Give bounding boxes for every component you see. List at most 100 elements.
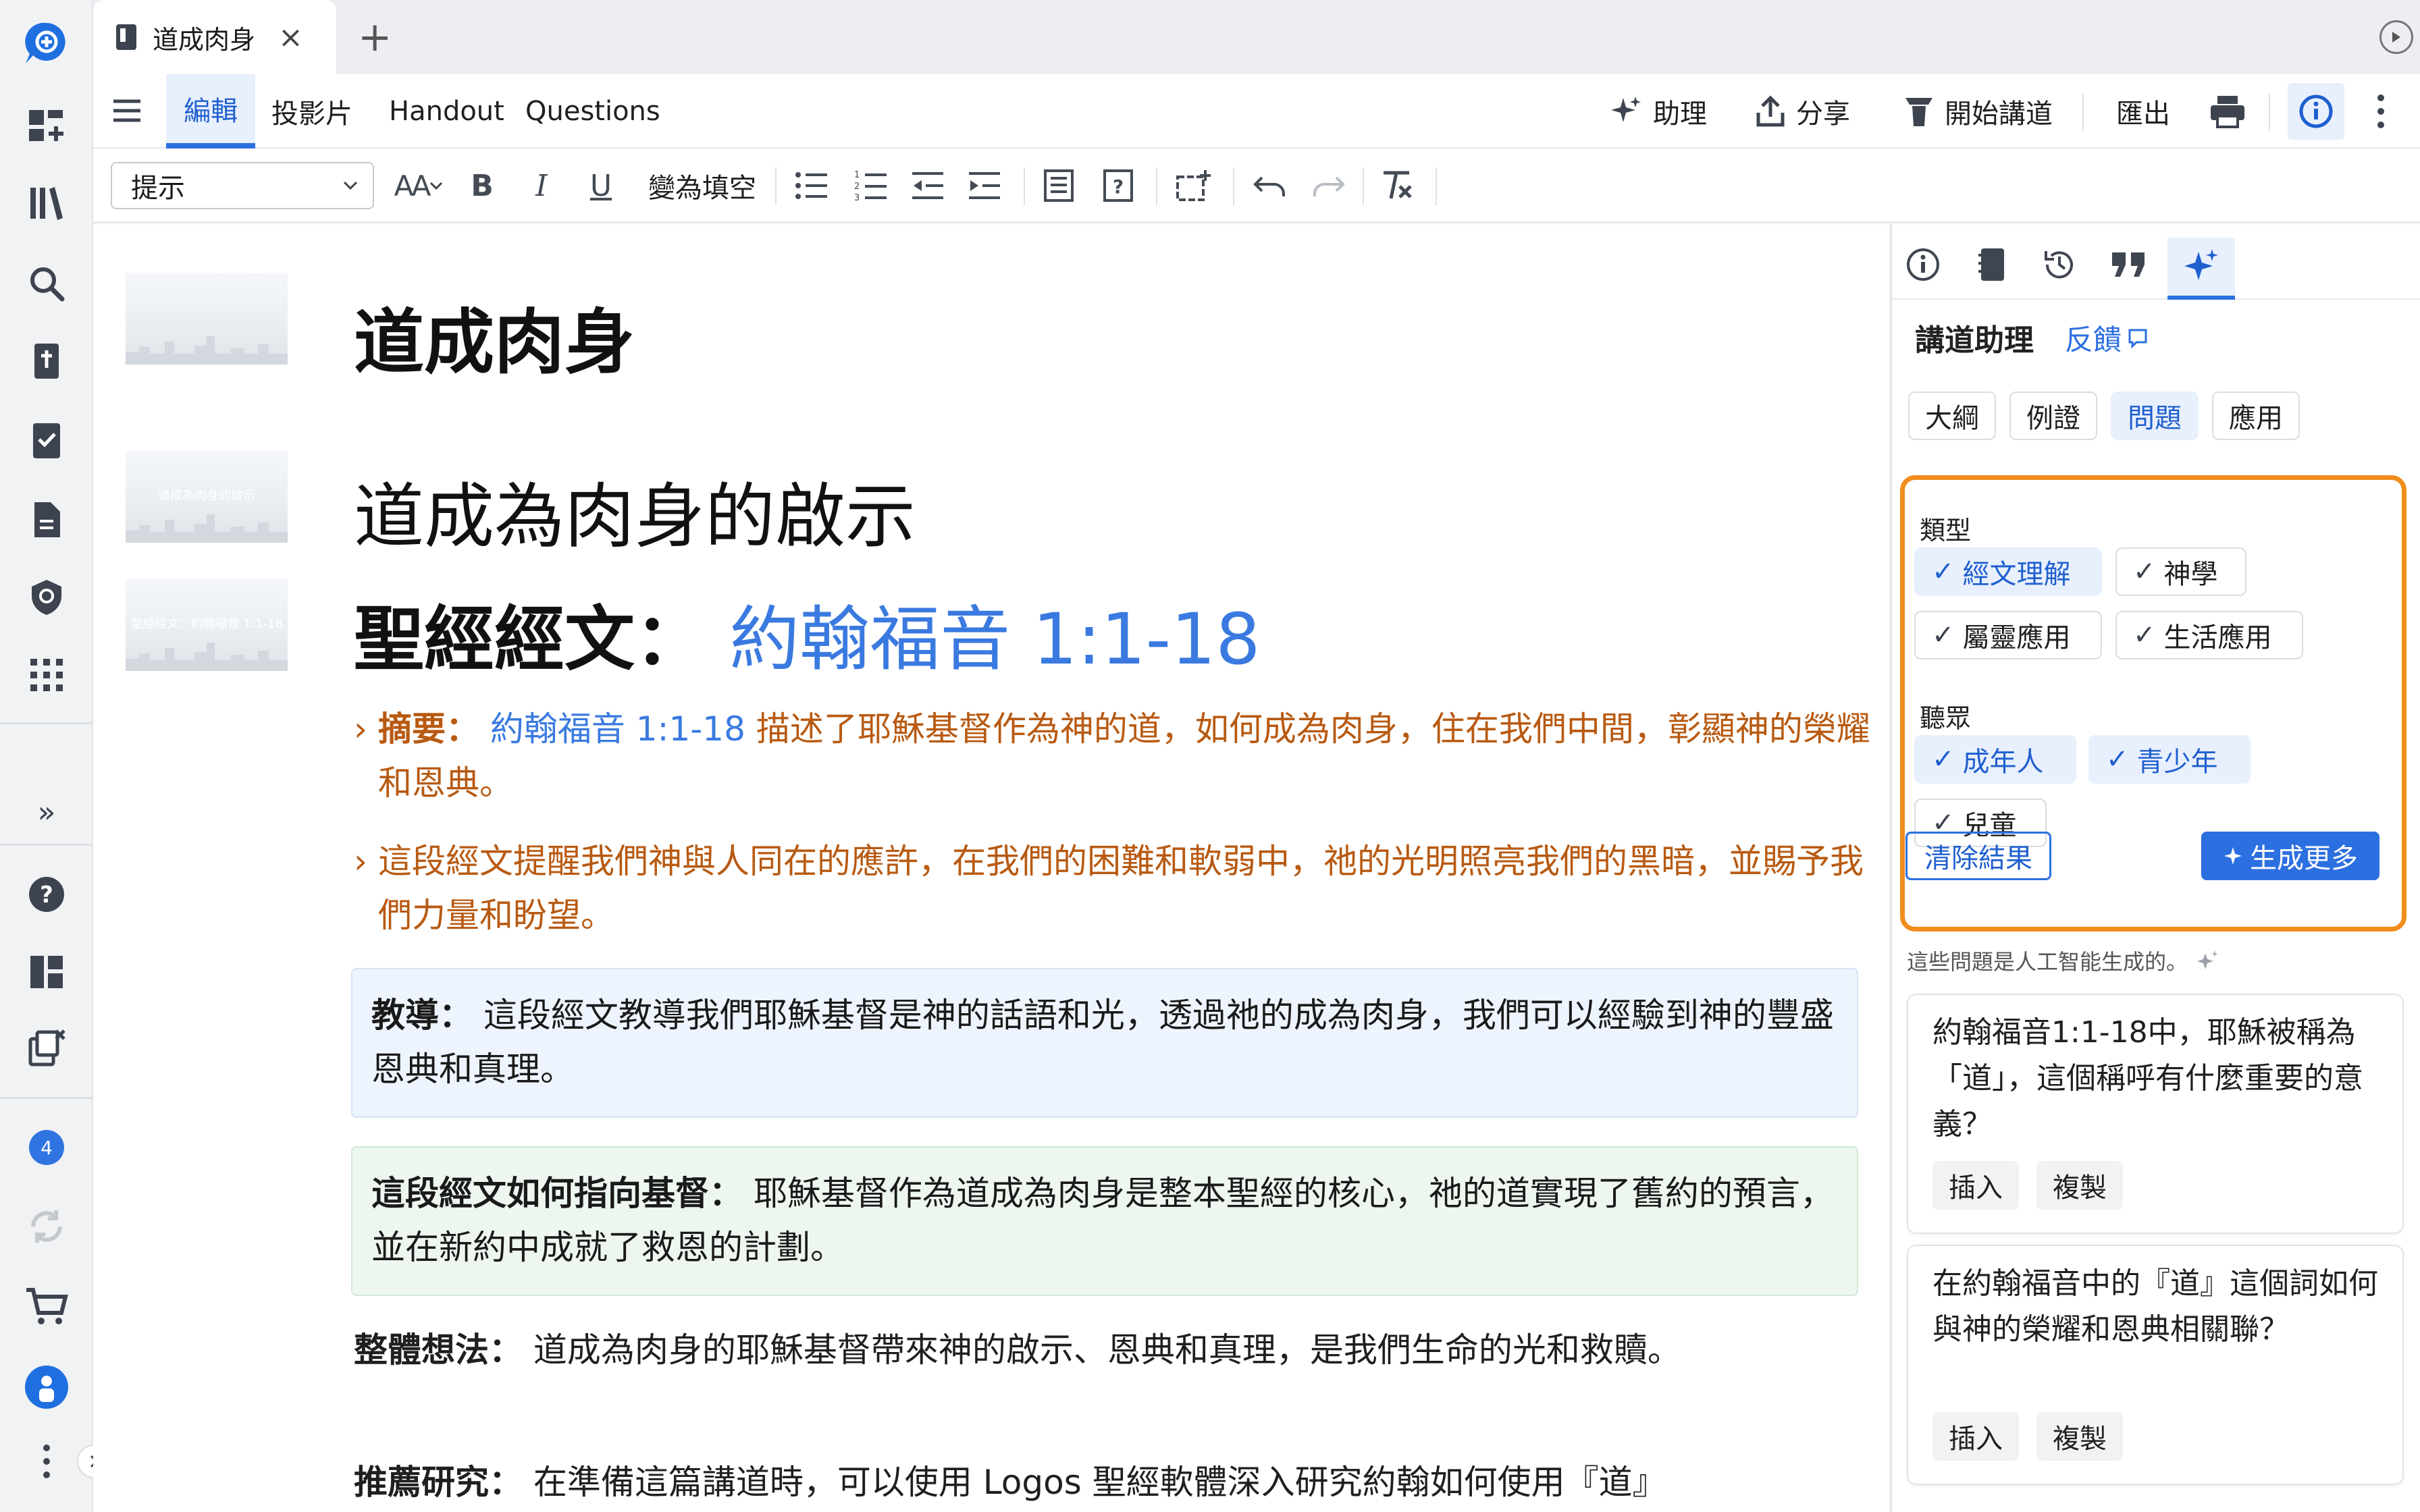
more-vertical-icon[interactable] xyxy=(23,1438,70,1485)
tab-questions-panel[interactable]: 問題 xyxy=(2111,392,2199,440)
print-button[interactable] xyxy=(2209,74,2246,148)
document-tab[interactable]: 道成肉身 × xyxy=(93,0,336,74)
clear-format-icon[interactable] xyxy=(1376,163,1417,208)
make-fill-blank-button[interactable]: 變為填空 xyxy=(641,163,763,208)
start-preaching-label: 開始講道 xyxy=(1945,99,2053,130)
study-label: 推薦研究： xyxy=(354,1463,523,1502)
expand-rail-icon[interactable]: » xyxy=(23,788,70,836)
search-icon[interactable] xyxy=(23,260,70,307)
panel-assistant-sparkle-icon[interactable] xyxy=(2167,238,2235,300)
svg-text:2: 2 xyxy=(854,182,860,192)
play-icon[interactable] xyxy=(2379,20,2413,54)
indent-icon[interactable] xyxy=(964,163,1005,208)
panel-info-icon[interactable] xyxy=(1896,238,1950,292)
christ-callout: 這段經文如何指向基督： 耶穌基督作為道成為肉身是整本聖經的核心，祂的道實現了舊約… xyxy=(351,1146,1858,1296)
clear-results-button[interactable]: 清除結果 xyxy=(1905,832,2051,880)
insert-button[interactable]: 插入 xyxy=(1932,1412,2019,1461)
share-label: 分享 xyxy=(1796,99,1850,130)
redo-icon[interactable] xyxy=(1309,163,1349,208)
check-icon: ✓ xyxy=(1932,556,1955,587)
scripture-link[interactable]: 約翰福音 1:1-18 xyxy=(729,598,1260,680)
bullet-list-icon[interactable] xyxy=(791,163,832,208)
type-chip-theology[interactable]: ✓ 神學 xyxy=(2115,547,2246,596)
type-chip-scripture[interactable]: ✓ 經文理解 xyxy=(1914,547,2102,596)
add-slide-icon[interactable] xyxy=(1174,163,1214,208)
audience-chip-adults[interactable]: ✓ 成年人 xyxy=(1914,735,2076,784)
document-icon[interactable] xyxy=(23,496,70,543)
sermon-subtitle: 道成為肉身的啟示 xyxy=(354,475,916,558)
paragraph-style-select[interactable]: 提示 xyxy=(111,162,374,209)
hamburger-menu-icon[interactable] xyxy=(112,97,142,124)
cart-icon[interactable] xyxy=(23,1282,70,1330)
info-toggle-button[interactable] xyxy=(2288,83,2344,140)
copy-button[interactable]: 複製 xyxy=(2036,1412,2123,1461)
panel-notebook-icon[interactable] xyxy=(1965,238,2019,292)
sparkle-icon xyxy=(2224,847,2242,865)
slide-thumbnail[interactable]: 聖經經文：約翰福音 1:1-18 xyxy=(126,579,288,671)
type-chip-label: 生活應用 xyxy=(2163,622,2272,653)
help-icon[interactable]: ? xyxy=(23,871,70,918)
export-button[interactable]: 匯出 xyxy=(2116,74,2170,148)
assistant-button[interactable]: 助理 xyxy=(1610,74,1707,148)
generate-more-button[interactable]: 生成更多 xyxy=(2201,832,2379,880)
audience-chip-youth[interactable]: ✓ 青少年 xyxy=(2088,735,2251,784)
more-options-icon[interactable] xyxy=(2375,74,2386,148)
check-icon: ✓ xyxy=(1932,620,1955,651)
close-icon[interactable]: × xyxy=(278,20,303,55)
insert-button[interactable]: 插入 xyxy=(1932,1161,2019,1210)
panel-history-icon[interactable] xyxy=(2032,238,2086,292)
sermon-title: 道成肉身 xyxy=(354,301,635,383)
sermon-editor[interactable]: 道成為肉身的啟示 聖經經文：約翰福音 1:1-18 道成肉身 道成為肉身的啟示 … xyxy=(93,224,1889,1512)
tab-edit[interactable]: 編輯 xyxy=(166,74,255,148)
copy-button[interactable]: 複製 xyxy=(2036,1161,2123,1210)
check-icon: ✓ xyxy=(2106,744,2129,775)
note-block-icon[interactable] xyxy=(1038,163,1079,208)
toolbar-divider xyxy=(1233,167,1234,205)
type-chip-life[interactable]: ✓ 生活應用 xyxy=(2115,611,2303,659)
italic-button[interactable]: I xyxy=(523,163,560,208)
tab-handout[interactable]: Handout xyxy=(389,74,504,148)
summary-bullet: › 摘要： 約翰福音 1:1-18 描述了耶穌基督作為神的道，如何成為肉身，住在… xyxy=(354,702,1873,810)
sync-icon[interactable] xyxy=(23,1203,70,1250)
bible-icon[interactable] xyxy=(23,338,70,385)
dashboard-add-icon[interactable] xyxy=(23,101,70,148)
notification-badge[interactable]: 4 xyxy=(23,1124,70,1171)
close-panels-icon[interactable] xyxy=(23,1025,70,1072)
sparkle-icon xyxy=(1611,97,1641,122)
toolbar-divider xyxy=(775,167,777,205)
menu-divider xyxy=(2269,93,2270,131)
numbered-list-icon[interactable]: 1 23 xyxy=(851,163,891,208)
tab-outline[interactable]: 大綱 xyxy=(1908,392,1996,440)
tab-questions[interactable]: Questions xyxy=(525,74,660,148)
panel-quote-icon[interactable] xyxy=(2101,238,2155,292)
font-size-label: AA xyxy=(394,169,431,202)
bold-button[interactable]: B xyxy=(463,163,501,208)
shield-icon[interactable] xyxy=(23,574,70,621)
search-add-icon[interactable] xyxy=(23,20,70,68)
tab-illustrations[interactable]: 例證 xyxy=(2009,392,2097,440)
checklist-icon[interactable] xyxy=(23,417,70,464)
scripture-label: 聖經經文： xyxy=(354,598,706,680)
layout-icon[interactable] xyxy=(23,948,70,996)
assistant-label: 助理 xyxy=(1653,99,1707,130)
type-chip-spiritual[interactable]: ✓ 屬靈應用 xyxy=(1914,611,2102,659)
underline-button[interactable]: U xyxy=(582,163,620,208)
outdent-icon[interactable] xyxy=(908,163,948,208)
library-icon[interactable] xyxy=(23,179,70,226)
add-tab-button[interactable]: + xyxy=(358,14,392,61)
share-button[interactable]: 分享 xyxy=(1756,74,1850,148)
slide-thumbnail[interactable]: 道成為肉身的啟示 xyxy=(126,451,288,543)
font-size-button[interactable]: AA xyxy=(389,163,450,208)
slide-thumbnail[interactable] xyxy=(126,273,288,364)
feedback-link[interactable]: 反饋 xyxy=(2065,317,2149,358)
undo-icon[interactable] xyxy=(1249,163,1290,208)
summary-ref-link[interactable]: 約翰福音 1:1-18 xyxy=(490,709,745,749)
badge-count: 4 xyxy=(29,1130,64,1165)
user-avatar-icon[interactable] xyxy=(23,1364,70,1411)
tab-slides[interactable]: 投影片 xyxy=(271,74,352,148)
rail-divider xyxy=(0,1097,93,1099)
question-block-icon[interactable]: ? xyxy=(1098,163,1138,208)
tab-application[interactable]: 應用 xyxy=(2212,392,2300,440)
apps-grid-icon[interactable] xyxy=(23,651,70,699)
start-preaching-button[interactable]: 開始講道 xyxy=(1904,74,2053,148)
